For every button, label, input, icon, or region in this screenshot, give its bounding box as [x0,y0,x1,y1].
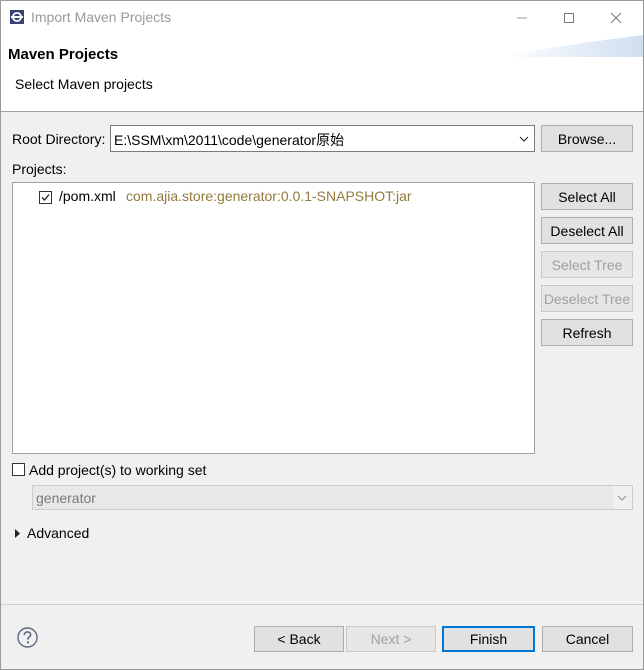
working-set-value: generator [36,490,96,506]
working-set-field-bg [33,486,613,509]
chevron-down-icon [519,136,529,142]
help-icon[interactable] [17,627,38,648]
root-directory-label: Root Directory: [12,131,106,147]
project-coordinates: com.ajia.store:generator:0.0.1-SNAPSHOT:… [126,188,412,204]
browse-button[interactable]: Browse... [541,125,633,152]
back-button[interactable]: < Back [254,626,344,652]
check-icon [41,193,50,201]
page-subtitle: Select Maven projects [15,76,153,92]
working-set-checkbox[interactable] [12,463,25,476]
root-directory-combo[interactable]: E:\SSM\xm\2011\code\generator原始 [110,125,535,152]
advanced-toggle[interactable]: Advanced [27,525,89,541]
minimize-icon [517,17,527,19]
eclipse-app-icon [10,10,24,24]
projects-tree[interactable]: /pom.xml com.ajia.store:generator:0.0.1-… [12,182,535,454]
project-name: /pom.xml [59,188,116,204]
deselect-all-button[interactable]: Deselect All [541,217,633,244]
select-tree-button[interactable]: Select Tree [541,251,633,278]
working-set-label: Add project(s) to working set [29,462,207,478]
projects-label: Projects: [12,161,67,177]
footer-divider [1,604,643,605]
working-set-combo[interactable]: generator [32,485,633,510]
window-title: Import Maven Projects [31,9,172,25]
root-directory-value: E:\SSM\xm\2011\code\generator原始 [114,132,345,148]
wizard-header: Maven Projects Select Maven projects [1,35,643,112]
maximize-icon [564,13,574,23]
maximize-button[interactable] [546,1,592,35]
page-title: Maven Projects [8,46,119,63]
select-all-button[interactable]: Select All [541,183,633,210]
close-button[interactable] [593,1,639,35]
deselect-tree-button[interactable]: Deselect Tree [541,285,633,312]
caret-right-icon[interactable] [14,529,21,538]
cancel-button[interactable]: Cancel [542,626,633,652]
chevron-down-icon [617,495,627,501]
close-icon [610,12,622,24]
header-banner-graphic [501,35,643,57]
title-bar: Import Maven Projects [1,1,643,35]
finish-button[interactable]: Finish [442,626,535,652]
next-button[interactable]: Next > [346,626,436,652]
import-maven-projects-dialog: Import Maven Projects Maven Projects Sel… [0,0,644,670]
refresh-button[interactable]: Refresh [541,319,633,346]
tree-item-pom[interactable]: /pom.xml com.ajia.store:generator:0.0.1-… [39,188,412,206]
minimize-button[interactable] [499,1,545,35]
project-checkbox[interactable] [39,190,52,204]
